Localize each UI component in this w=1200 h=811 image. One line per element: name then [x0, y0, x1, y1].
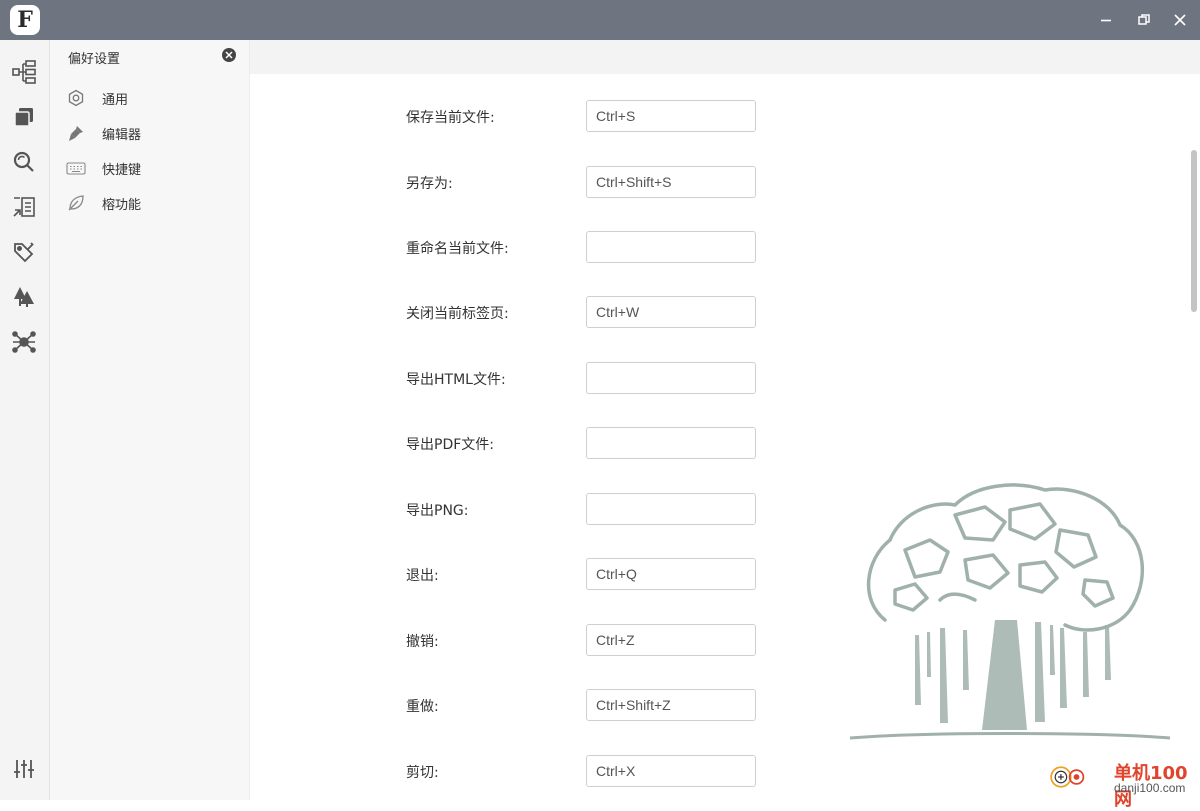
pref-item-shortcuts[interactable]: 快捷键 [50, 153, 249, 183]
watermark-url: danji100.com [1114, 781, 1186, 795]
pref-item-editor[interactable]: 编辑器 [50, 118, 249, 148]
shortcut-label: 导出PNG: [406, 503, 469, 519]
scrollbar-thumb[interactable] [1191, 150, 1197, 312]
minimize-icon [1101, 19, 1111, 22]
network-button[interactable] [9, 327, 39, 357]
shortcut-input[interactable] [586, 296, 756, 328]
activity-bar [0, 40, 50, 800]
shortcut-label: 另存为: [406, 176, 453, 192]
pref-item-label: 编辑器 [102, 128, 142, 143]
shortcut-row: 导出PNG: [250, 493, 850, 527]
shortcut-input[interactable] [586, 755, 756, 787]
settings-sliders-icon [14, 760, 34, 778]
pref-item-label: 通用 [102, 93, 129, 108]
close-circle-icon [222, 48, 236, 62]
network-icon [12, 331, 36, 353]
shortcut-row: 重命名当前文件: [250, 231, 850, 265]
shortcut-label: 重命名当前文件: [406, 241, 509, 257]
shortcut-row: 导出PDF文件: [250, 427, 850, 461]
shortcut-row: 导出HTML文件: [250, 362, 850, 396]
shortcut-input[interactable] [586, 231, 756, 263]
watermark-logo-icon [1050, 766, 1085, 788]
tag-icon [14, 242, 34, 263]
preferences-close-button[interactable] [220, 46, 238, 64]
shortcut-input[interactable] [586, 493, 756, 525]
shortcut-row: 保存当前文件: [250, 100, 850, 134]
preferences-panel: 偏好设置 通用 编辑器 快捷键 榕功能 [50, 40, 250, 800]
app-logo: F [10, 5, 40, 35]
shortcut-input[interactable] [586, 558, 756, 590]
shortcut-label: 导出PDF文件: [406, 437, 494, 453]
pref-item-general[interactable]: 通用 [50, 83, 249, 113]
shortcut-row: 撤销: [250, 624, 850, 658]
shortcut-row: 重做: [250, 689, 850, 723]
shortcut-row: 另存为: [250, 166, 850, 200]
tree-icon [14, 287, 34, 307]
banyan-tree-illustration [849, 483, 1171, 740]
close-icon [1174, 14, 1186, 26]
shortcut-input[interactable] [586, 427, 756, 459]
preferences-title: 偏好设置 [68, 52, 121, 67]
outline-icon [13, 197, 35, 217]
pref-item-banyan[interactable]: 榕功能 [50, 188, 249, 218]
files-button[interactable] [9, 102, 39, 132]
content-header [250, 40, 1200, 74]
shortcut-label: 重做: [406, 699, 439, 715]
files-icon [14, 108, 33, 127]
shortcut-input[interactable] [586, 362, 756, 394]
pref-item-label: 快捷键 [102, 163, 142, 178]
watermark: 单机100网 danji100.com [1050, 758, 1200, 810]
shortcut-input[interactable] [586, 166, 756, 198]
pen-icon [66, 123, 86, 143]
app-logo-letter: F [17, 7, 33, 33]
shortcut-input[interactable] [586, 624, 756, 656]
restore-button[interactable] [1124, 0, 1164, 40]
shortcut-label: 导出HTML文件: [406, 372, 506, 388]
minimize-button[interactable] [1086, 0, 1126, 40]
shortcut-label: 保存当前文件: [406, 110, 495, 126]
shortcut-input[interactable] [586, 100, 756, 132]
shortcut-label: 剪切: [406, 765, 439, 781]
leaf-icon [66, 193, 86, 213]
outline-button[interactable] [9, 192, 39, 222]
close-button[interactable] [1160, 0, 1200, 40]
shortcut-label: 退出: [406, 568, 439, 584]
search-button[interactable] [9, 147, 39, 177]
settings-button[interactable] [9, 754, 39, 784]
shortcut-label: 撤销: [406, 634, 439, 650]
keyboard-icon [66, 158, 86, 178]
shortcut-row: 关闭当前标签页: [250, 296, 850, 330]
mindmap-icon [12, 60, 36, 84]
shortcut-input[interactable] [586, 689, 756, 721]
title-bar: F [0, 0, 1200, 40]
pref-item-label: 榕功能 [102, 198, 142, 213]
shortcut-row: 剪切: [250, 755, 850, 789]
tag-button[interactable] [9, 237, 39, 267]
restore-icon [1138, 14, 1150, 25]
search-icon [13, 151, 34, 172]
mindmap-button[interactable] [9, 57, 39, 87]
shortcut-row: 退出: [250, 558, 850, 592]
shortcut-label: 关闭当前标签页: [406, 306, 509, 322]
tree-button[interactable] [9, 282, 39, 312]
hexagon-gear-icon [66, 88, 86, 108]
